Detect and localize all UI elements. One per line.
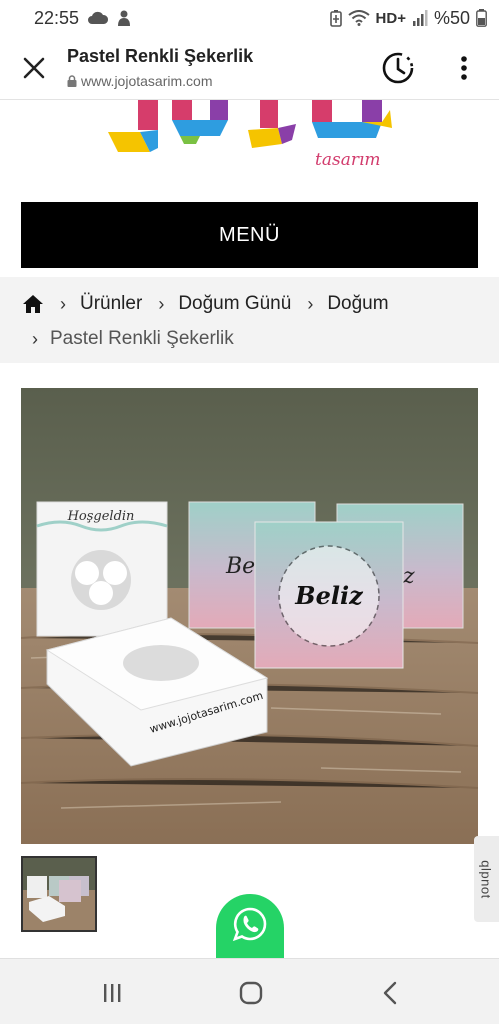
cloud-icon: [88, 11, 109, 24]
lock-icon: [67, 75, 77, 87]
breadcrumb-item-dogum[interactable]: Doğum: [327, 293, 388, 315]
chevron-right-icon: ›: [32, 328, 38, 349]
battery-icon: [476, 9, 487, 27]
home-icon[interactable]: [22, 294, 44, 314]
feedback-tab-label: qlpnot: [479, 859, 495, 899]
history-icon[interactable]: [380, 50, 416, 86]
box-label-beliz: Beliz: [294, 581, 364, 610]
breadcrumb-line-1: › Ürünler › Doğum Günü › Doğum: [22, 293, 389, 315]
feedback-tab[interactable]: qlpnot: [474, 836, 499, 922]
status-time: 22:55: [34, 7, 80, 28]
close-icon[interactable]: [20, 54, 48, 82]
chevron-right-icon: ›: [60, 293, 66, 314]
signal-icon: [412, 10, 428, 26]
url-display[interactable]: www.jojotasarim.com: [67, 73, 212, 89]
page-title: Pastel Renkli Şekerlik: [67, 46, 254, 66]
whatsapp-button[interactable]: [216, 894, 284, 962]
network-type: HD+: [375, 9, 406, 27]
product-image[interactable]: Be iz Beliz Hoşgeldin www.jojotasarim.co…: [21, 388, 478, 844]
more-options-icon[interactable]: [452, 54, 476, 82]
system-navigation-bar: [0, 958, 499, 1024]
wifi-icon: [347, 10, 370, 26]
product-thumbnail[interactable]: [21, 856, 97, 932]
chevron-right-icon: ›: [158, 293, 165, 314]
logo-tagline: tasarım: [315, 150, 381, 170]
battery-percent: %50: [433, 7, 470, 28]
box-label-welcome: Hoşgeldin: [67, 509, 135, 524]
breadcrumb-line-2: › Pastel Renkli Şekerlik: [22, 328, 234, 350]
whatsapp-icon: [232, 907, 267, 942]
breadcrumb-current: Pastel Renkli Şekerlik: [50, 328, 234, 349]
browser-toolbar: Pastel Renkli Şekerlik www.jojotasarim.c…: [0, 36, 499, 100]
status-bar: 22:55 HD+ %50: [0, 0, 499, 36]
home-button-icon[interactable]: [236, 979, 266, 1007]
breadcrumb-item-dogum-gunu[interactable]: Doğum Günü: [178, 293, 291, 315]
back-icon[interactable]: [376, 979, 406, 1007]
status-left-icons: [87, 9, 133, 27]
status-right: HD+ %50: [329, 7, 487, 29]
breadcrumb-item-urunler[interactable]: Ürünler: [80, 293, 142, 315]
svg-text:Be: Be: [225, 554, 255, 579]
menu-button[interactable]: MENÜ: [21, 202, 478, 268]
battery-saver-icon: [329, 10, 342, 27]
breadcrumb: › Ürünler › Doğum Günü › Doğum › Pastel …: [0, 277, 499, 363]
app-notification-icon: [118, 10, 131, 26]
chevron-right-icon: ›: [307, 293, 314, 314]
web-page: tasarım MENÜ › Ürünler › Doğum Günü › Do…: [0, 100, 499, 958]
url-text: www.jojotasarim.com: [81, 73, 213, 89]
recent-apps-icon[interactable]: [97, 979, 127, 1007]
